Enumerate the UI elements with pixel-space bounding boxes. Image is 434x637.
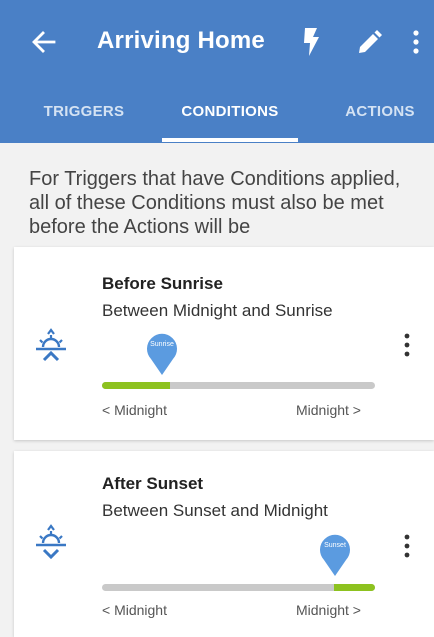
tab-bar: TRIGGERS CONDITIONS ACTIONS bbox=[0, 95, 434, 143]
range-end-label[interactable]: Midnight > bbox=[296, 402, 361, 418]
range-end-label[interactable]: Midnight > bbox=[296, 602, 361, 618]
app-bar: Arriving Home TRIGGERS CONDITIONS ACTION… bbox=[0, 0, 434, 143]
condition-subtitle: Between Midnight and Sunrise bbox=[102, 301, 333, 320]
arrow-left-icon[interactable] bbox=[30, 27, 56, 57]
more-vert-icon[interactable] bbox=[409, 28, 423, 56]
condition-card-after-sunset[interactable]: After Sunset Between Sunset and Midnight… bbox=[14, 451, 434, 637]
conditions-info-text: For Triggers that have Conditions applie… bbox=[29, 168, 401, 238]
condition-title: After Sunset bbox=[102, 474, 204, 493]
tab-actions[interactable]: ACTIONS bbox=[330, 95, 430, 143]
time-range-fill bbox=[102, 382, 171, 389]
sunrise-icon bbox=[36, 328, 66, 362]
time-range-track[interactable] bbox=[102, 382, 375, 389]
tab-conditions[interactable]: CONDITIONS bbox=[162, 95, 298, 143]
sunset-marker[interactable]: Sunset bbox=[316, 530, 354, 578]
condition-title: Before Sunrise bbox=[102, 274, 223, 293]
active-tab-indicator bbox=[162, 138, 298, 142]
page-title: Arriving Home bbox=[97, 27, 265, 54]
condition-card-before-sunrise[interactable]: Before Sunrise Between Midnight and Sunr… bbox=[14, 247, 434, 440]
map-pin-icon bbox=[147, 333, 177, 375]
sunset-icon bbox=[36, 524, 66, 560]
time-range-track[interactable] bbox=[102, 584, 375, 591]
more-vert-icon[interactable] bbox=[400, 533, 414, 559]
sunrise-marker[interactable]: Sunrise bbox=[143, 329, 181, 377]
map-pin-icon bbox=[320, 534, 350, 576]
time-range-fill bbox=[334, 584, 375, 591]
range-start-label[interactable]: < Midnight bbox=[102, 402, 167, 418]
tab-triggers[interactable]: TRIGGERS bbox=[24, 95, 144, 143]
marker-label: Sunset bbox=[324, 542, 346, 549]
condition-subtitle: Between Sunset and Midnight bbox=[102, 501, 328, 520]
lightning-bolt-icon[interactable] bbox=[300, 26, 322, 58]
range-start-label[interactable]: < Midnight bbox=[102, 602, 167, 618]
more-vert-icon[interactable] bbox=[400, 332, 414, 358]
pencil-icon[interactable] bbox=[356, 28, 382, 56]
marker-label: Sunrise bbox=[150, 341, 174, 348]
